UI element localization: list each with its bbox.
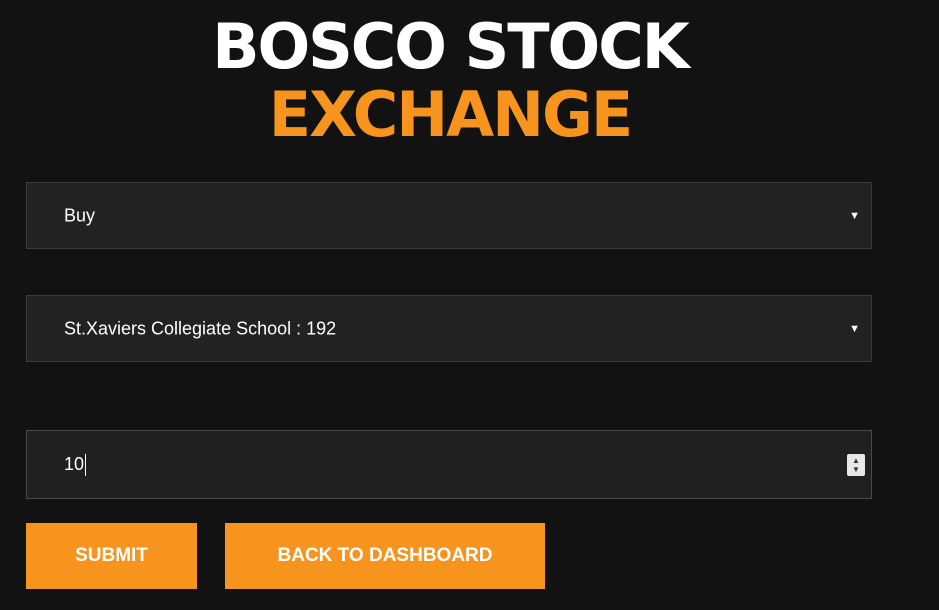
quantity-value: 10	[64, 453, 85, 474]
caret-down-icon: ▼	[849, 209, 860, 222]
stepper-down-icon[interactable]: ▼	[852, 465, 860, 474]
caret-down-icon: ▼	[849, 322, 860, 335]
quantity-input[interactable]: 10 ▲ ▼	[26, 430, 872, 499]
back-to-dashboard-button[interactable]: BACK TO DASHBOARD	[225, 523, 545, 589]
transaction-type-value: Buy	[64, 205, 96, 225]
stepper-up-icon[interactable]: ▲	[852, 456, 860, 465]
app-title-line2: EXCHANGE	[268, 78, 633, 151]
app-title-line1: BOSCO STOCK	[212, 10, 690, 83]
quantity-value-wrap: 10	[64, 453, 87, 476]
submit-button[interactable]: SUBMIT	[26, 523, 197, 589]
page: BOSCO STOCK EXCHANGE Buy ▼ St.Xaviers Co…	[0, 0, 939, 610]
text-cursor	[85, 453, 87, 476]
stock-value: St.Xaviers Collegiate School : 192	[64, 318, 337, 338]
transaction-type-select[interactable]: Buy ▼	[26, 182, 872, 249]
stock-select[interactable]: St.Xaviers Collegiate School : 192 ▼	[26, 295, 872, 362]
number-stepper-icon[interactable]: ▲ ▼	[847, 453, 865, 476]
